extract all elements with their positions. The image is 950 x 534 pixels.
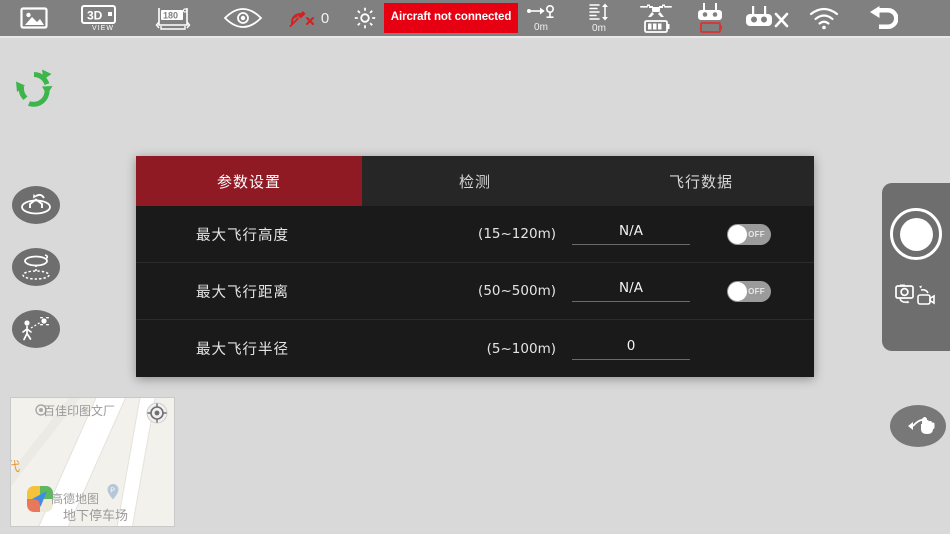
back-icon [866,5,898,31]
view-3d-button[interactable]: 3D VIEW [68,0,138,37]
altitude-readout: 0m [570,0,628,37]
tab-flight-data[interactable]: 飞行数据 [588,156,814,206]
panorama-180-button[interactable]: 180 [138,0,208,37]
map-label-partial: 代 [11,456,20,475]
locate-icon[interactable] [146,402,168,424]
rc-battery-status[interactable] [684,0,736,37]
max-radius-label: 最大飞行半径 [196,342,289,358]
drone-battery-status[interactable] [628,0,684,37]
3d-view-icon: 3D [81,4,125,24]
max-distance-range: (50~500m) [478,283,556,299]
tab-parameter-settings[interactable]: 参数设置 [136,156,362,206]
max-radius-input[interactable]: 0 [572,338,690,360]
circle-orbit-button[interactable] [12,248,60,286]
max-altitude-toggle-label: OFF [748,229,765,239]
tab-detection[interactable]: 检测 [362,156,588,206]
photo-video-switch-icon [895,284,935,305]
max-distance-toggle-cell: OFF [694,280,804,302]
map-label-shop: 百佳印图文厂 [43,404,116,418]
shutter-button[interactable] [890,208,942,260]
svg-text:3D: 3D [87,8,103,22]
tab-parameter-settings-label: 参数设置 [216,172,281,191]
map-label-parking: 地下停车场 [63,509,129,524]
gps-status[interactable]: 0 [278,0,340,37]
toggle-knob [728,224,747,244]
vision-system-button[interactable] [208,0,278,37]
max-radius-range: (5~100m) [486,340,556,357]
setting-row-max-distance: 最大飞行距离 (50~500m) N/A OFF [136,263,814,320]
max-distance-input[interactable]: N/A [572,280,690,302]
max-distance-label: 最大飞行距离 [196,284,289,301]
gps-satellite-count: 0 [320,9,330,27]
status-badge: Aircraft not connected [383,3,519,33]
shutter-inner [899,217,933,251]
distance-readout: 0m [512,0,570,37]
return-to-home-button[interactable] [12,186,60,224]
follow-me-icon [22,317,49,341]
gallery-button[interactable] [0,0,68,37]
setting-row-max-altitude: 最大飞行高度 (15~120m) N/A OFF [136,206,814,263]
altitude-icon [586,3,612,21]
svg-text:180: 180 [163,11,178,21]
gesture-control-button[interactable] [890,405,946,447]
dialog-tab-bar: 参数设置 检测 飞行数据 [136,156,814,206]
rth-orbit-icon [21,193,51,215]
setting-row-max-radius: 最大飞行半径 (5~100m) 0 [136,320,814,377]
svg-text:P: P [110,488,115,495]
rc-disconnected-icon [742,3,790,33]
max-altitude-input[interactable]: N/A [572,223,690,245]
follow-me-button[interactable] [12,310,60,348]
wifi-signal-button[interactable] [796,0,852,37]
refresh-icon[interactable] [14,68,54,108]
max-altitude-toggle-cell: OFF [694,223,804,245]
drone-battery-icon [635,1,677,35]
toggle-knob [728,281,747,301]
distance-icon [526,4,556,20]
map-thumbnail[interactable]: 百佳印图文厂 代 P 高德地图 地下停车场 [10,397,175,527]
max-altitude-range: (15~120m) [478,226,556,242]
max-altitude-toggle[interactable]: OFF [727,223,771,245]
wifi-icon [808,6,840,30]
top-status-bar: 3D VIEW 180 0 Aircraft not connected 0m … [0,0,950,38]
gallery-icon [20,7,48,29]
settings-button[interactable] [340,0,390,37]
back-button[interactable] [852,0,912,37]
view-3d-sublabel: VIEW [92,24,114,32]
panorama-180-icon: 180 [153,5,193,31]
camera-control-panel [882,183,950,351]
rc-link-status[interactable] [736,0,796,37]
tab-flight-data-label: 飞行数据 [668,172,733,191]
max-altitude-label: 最大飞行高度 [196,227,289,244]
altitude-value: 0m [592,22,606,34]
circle-orbit-icon [22,254,50,280]
gps-disconnected-icon [289,7,315,29]
camera-mode-switch-button[interactable] [893,282,939,310]
settings-dialog: 参数设置 检测 飞行数据 最大飞行高度 (15~120m) N/A OFF 最大… [136,156,814,377]
max-distance-toggle[interactable]: OFF [727,280,771,302]
gear-icon [353,6,377,30]
amap-logo [27,486,53,512]
parking-pin-icon: P [106,484,120,500]
eye-icon [223,7,263,29]
rc-battery-empty-icon [690,1,730,35]
hand-gesture-icon [908,417,935,434]
tab-detection-label: 检测 [458,172,491,191]
distance-value: 0m [534,21,548,33]
max-distance-toggle-label: OFF [748,286,765,296]
aircraft-connection-status: Aircraft not connected [383,0,519,37]
